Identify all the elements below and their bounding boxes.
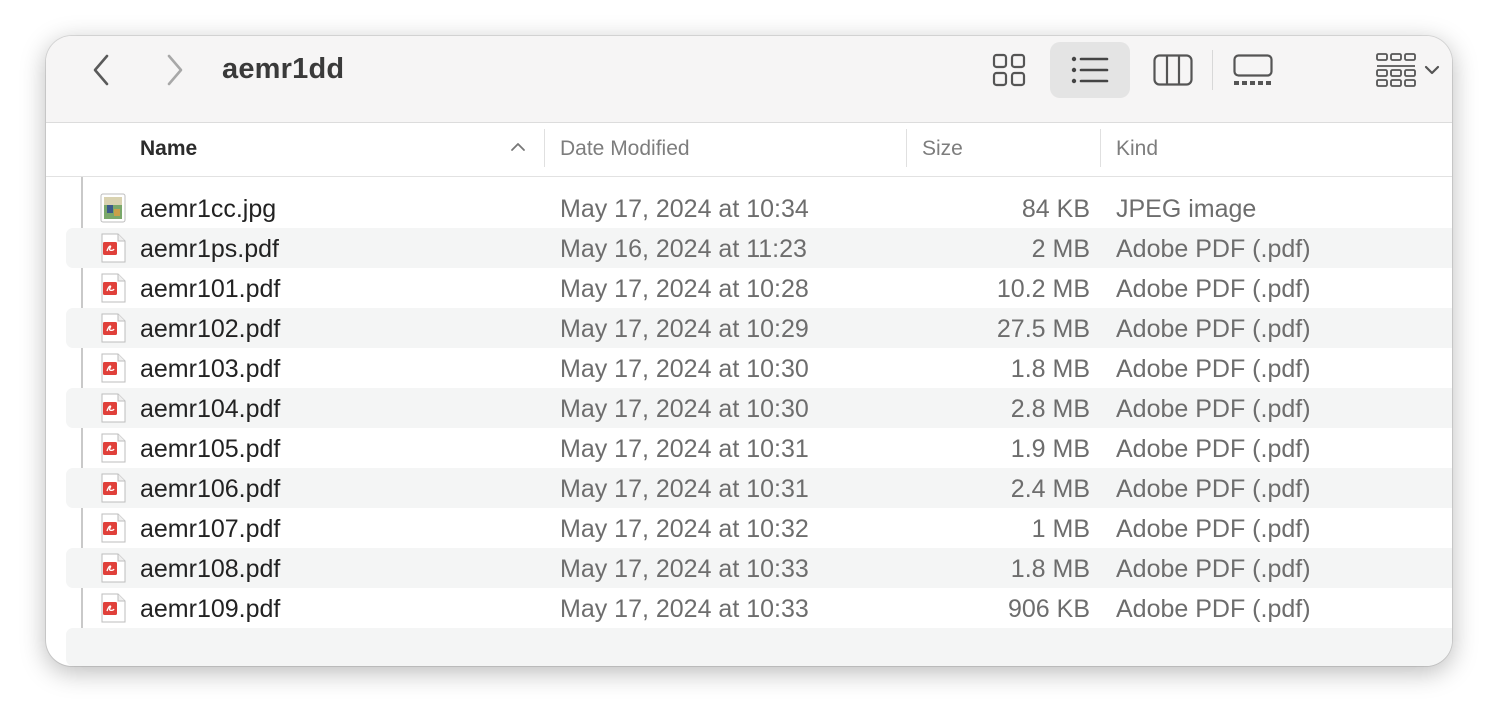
file-size: 906 KB [1007,595,1090,623]
file-size: 1.8 MB [1010,355,1090,383]
file-date-modified: May 17, 2024 at 10:31 [560,435,809,463]
icon-view-button[interactable] [974,42,1044,98]
file-date-modified: May 17, 2024 at 10:33 [560,595,809,623]
column-header-date-modified[interactable]: Date Modified [560,137,690,161]
file-date-modified: May 17, 2024 at 10:31 [560,475,809,503]
file-row[interactable]: aemr104.pdf May 17, 2024 at 10:30 2.8 MB… [66,388,1452,428]
file-date-modified: May 16, 2024 at 11:23 [560,235,807,263]
pdf-file-icon [101,513,126,543]
file-kind: Adobe PDF (.pdf) [1116,275,1311,303]
file-row[interactable]: aemr106.pdf May 17, 2024 at 10:31 2.4 MB… [66,468,1452,508]
list-icon [1071,56,1109,84]
file-size: 10.2 MB [996,275,1090,303]
file-name: aemr108.pdf [140,555,281,583]
file-name: aemr1cc.jpg [140,195,277,223]
chevron-left-icon [93,54,109,86]
file-row[interactable]: aemr108.pdf May 17, 2024 at 10:33 1.8 MB… [66,548,1452,588]
group-by-button[interactable] [1368,42,1448,98]
file-row[interactable]: aemr1cc.jpg May 17, 2024 at 10:34 84 KB … [66,188,1452,228]
file-name: aemr105.pdf [140,435,281,463]
file-kind: Adobe PDF (.pdf) [1116,515,1311,543]
file-kind: Adobe PDF (.pdf) [1116,435,1311,463]
pdf-file-icon [101,393,126,423]
file-name: aemr106.pdf [140,475,281,503]
pdf-file-icon [101,313,126,343]
gallery-view-button[interactable] [1218,42,1288,98]
file-kind: Adobe PDF (.pdf) [1116,395,1311,423]
file-name: aemr102.pdf [140,315,281,343]
file-size: 27.5 MB [996,315,1090,343]
file-name: aemr103.pdf [140,355,281,383]
file-row[interactable]: aemr109.pdf May 17, 2024 at 10:33 906 KB… [66,588,1452,628]
file-size: 1 MB [1031,515,1090,543]
file-row[interactable]: aemr105.pdf May 17, 2024 at 10:31 1.9 MB… [66,428,1452,468]
file-row[interactable]: aemr103.pdf May 17, 2024 at 10:30 1.8 MB… [66,348,1452,388]
file-size: 1.9 MB [1010,435,1090,463]
pdf-file-icon [101,593,126,623]
file-kind: Adobe PDF (.pdf) [1116,475,1311,503]
column-header-bar: Name Date Modified Size Kind [46,123,1452,177]
file-name: aemr104.pdf [140,395,281,423]
file-kind: JPEG image [1116,195,1257,223]
list-view-button[interactable] [1050,42,1130,98]
empty-list-row [66,628,1452,666]
file-size: 2.4 MB [1010,475,1090,503]
pdf-file-icon [101,353,126,383]
chevron-right-icon [167,54,183,86]
forward-button[interactable] [154,50,194,90]
file-size: 84 KB [1021,195,1090,223]
file-row[interactable]: aemr102.pdf May 17, 2024 at 10:29 27.5 M… [66,308,1452,348]
group-grid-icon [1376,53,1416,87]
file-name: aemr1ps.pdf [140,235,279,263]
chevron-down-icon [1424,65,1440,75]
file-size: 1.8 MB [1010,555,1090,583]
pdf-file-icon [101,553,126,583]
pdf-file-icon [101,233,126,263]
file-date-modified: May 17, 2024 at 10:30 [560,395,809,423]
finder-window: aemr1dd Name Date Modified Size Kind aem… [46,36,1452,666]
window-title: aemr1dd [222,53,345,85]
file-kind: Adobe PDF (.pdf) [1116,595,1311,623]
file-date-modified: May 17, 2024 at 10:28 [560,275,809,303]
file-row[interactable]: aemr1ps.pdf May 16, 2024 at 11:23 2 MB A… [66,228,1452,268]
toolbar: aemr1dd [46,36,1452,123]
column-divider[interactable] [906,129,907,167]
file-date-modified: May 17, 2024 at 10:34 [560,195,809,223]
file-size: 2 MB [1031,235,1090,263]
gallery-icon [1233,54,1273,85]
file-kind: Adobe PDF (.pdf) [1116,315,1311,343]
column-header-size[interactable]: Size [922,137,963,161]
file-kind: Adobe PDF (.pdf) [1116,355,1311,383]
file-name: aemr101.pdf [140,275,281,303]
pdf-file-icon [101,473,126,503]
file-size: 2.8 MB [1010,395,1090,423]
column-header-kind[interactable]: Kind [1116,137,1158,161]
file-row[interactable]: aemr107.pdf May 17, 2024 at 10:32 1 MB A… [66,508,1452,548]
file-date-modified: May 17, 2024 at 10:29 [560,315,809,343]
file-date-modified: May 17, 2024 at 10:33 [560,555,809,583]
file-date-modified: May 17, 2024 at 10:30 [560,355,809,383]
toolbar-separator [1212,50,1213,90]
columns-icon [1153,54,1193,86]
grid-icon [992,53,1026,87]
file-date-modified: May 17, 2024 at 10:32 [560,515,809,543]
chevron-up-icon[interactable] [510,141,526,153]
column-view-button[interactable] [1138,42,1208,98]
file-name: aemr109.pdf [140,595,281,623]
pdf-file-icon [101,273,126,303]
file-row[interactable]: aemr101.pdf May 17, 2024 at 10:28 10.2 M… [66,268,1452,308]
column-divider[interactable] [1100,129,1101,167]
file-kind: Adobe PDF (.pdf) [1116,555,1311,583]
file-name: aemr107.pdf [140,515,281,543]
pdf-file-icon [101,433,126,463]
column-divider[interactable] [544,129,545,167]
back-button[interactable] [82,50,122,90]
file-kind: Adobe PDF (.pdf) [1116,235,1311,263]
jpeg-image-icon [100,193,126,223]
column-header-name[interactable]: Name [140,137,197,161]
